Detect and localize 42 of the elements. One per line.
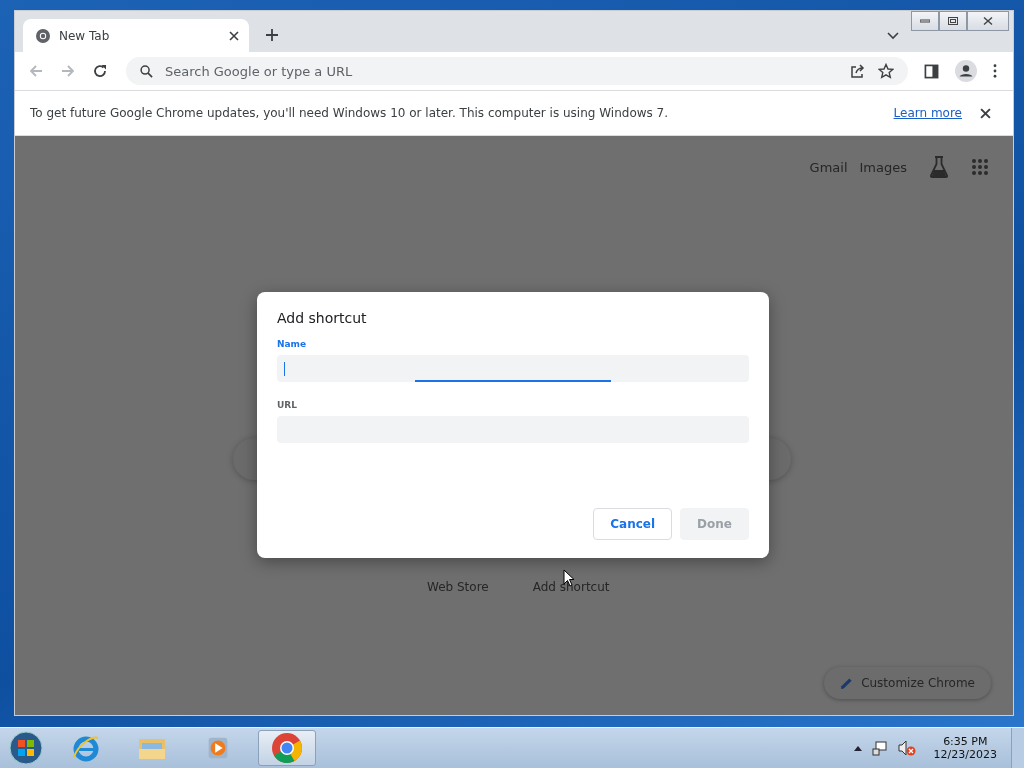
chevron-up-icon[interactable]: [853, 745, 862, 751]
close-button[interactable]: [967, 11, 1009, 31]
pencil-icon: [840, 676, 854, 690]
network-icon[interactable]: [871, 740, 888, 756]
minimize-icon: [920, 19, 930, 23]
side-panel-icon[interactable]: [924, 63, 939, 79]
start-button[interactable]: [8, 730, 44, 766]
chevron-down-icon[interactable]: [887, 32, 899, 40]
close-icon[interactable]: [980, 107, 991, 119]
close-icon: [983, 17, 993, 25]
input-field[interactable]: [277, 355, 749, 382]
shortcut-label[interactable]: Web Store: [427, 580, 489, 594]
close-icon[interactable]: [229, 30, 239, 41]
customize-chrome-button[interactable]: Customize Chrome: [824, 667, 991, 699]
field-label: URL: [277, 400, 298, 410]
browser-tab[interactable]: New Tab: [23, 19, 249, 52]
field-label: Name: [277, 339, 308, 349]
maximize-button[interactable]: [939, 11, 967, 31]
plus-icon[interactable]: [265, 28, 279, 42]
clock-date: 12/23/2023: [933, 748, 997, 761]
search-icon: [140, 64, 153, 78]
chrome-logo-icon: [35, 27, 51, 44]
chrome-logo-icon: [271, 732, 303, 764]
clock-time: 6:35 PM: [943, 735, 988, 748]
flask-icon[interactable]: [929, 156, 949, 178]
star-icon[interactable]: [878, 63, 894, 79]
header-link[interactable]: Gmail: [809, 159, 848, 175]
muted-speaker-icon[interactable]: [897, 740, 916, 756]
learn-more-link[interactable]: Learn more: [893, 106, 962, 120]
dialog-title: Add shortcut: [277, 310, 368, 326]
shortcut-label[interactable]: Add shortcut: [532, 580, 610, 594]
cancel-button[interactable]: Cancel: [593, 508, 673, 540]
apps-grid-icon[interactable]: [971, 158, 989, 176]
menu-icon[interactable]: [993, 64, 997, 78]
profile-icon[interactable]: [955, 60, 977, 82]
reload-icon[interactable]: [92, 63, 108, 79]
share-icon[interactable]: [850, 63, 866, 79]
restore-icon: [948, 17, 958, 25]
update-message: To get future Google Chrome updates, you'll need Windows 10 or later. This computer is using Windows 7.: [30, 106, 669, 120]
header-link[interactable]: Images: [859, 159, 907, 175]
address-field[interactable]: Search Google or type a URL: [165, 63, 465, 79]
taskbar-button[interactable]: [258, 730, 316, 766]
